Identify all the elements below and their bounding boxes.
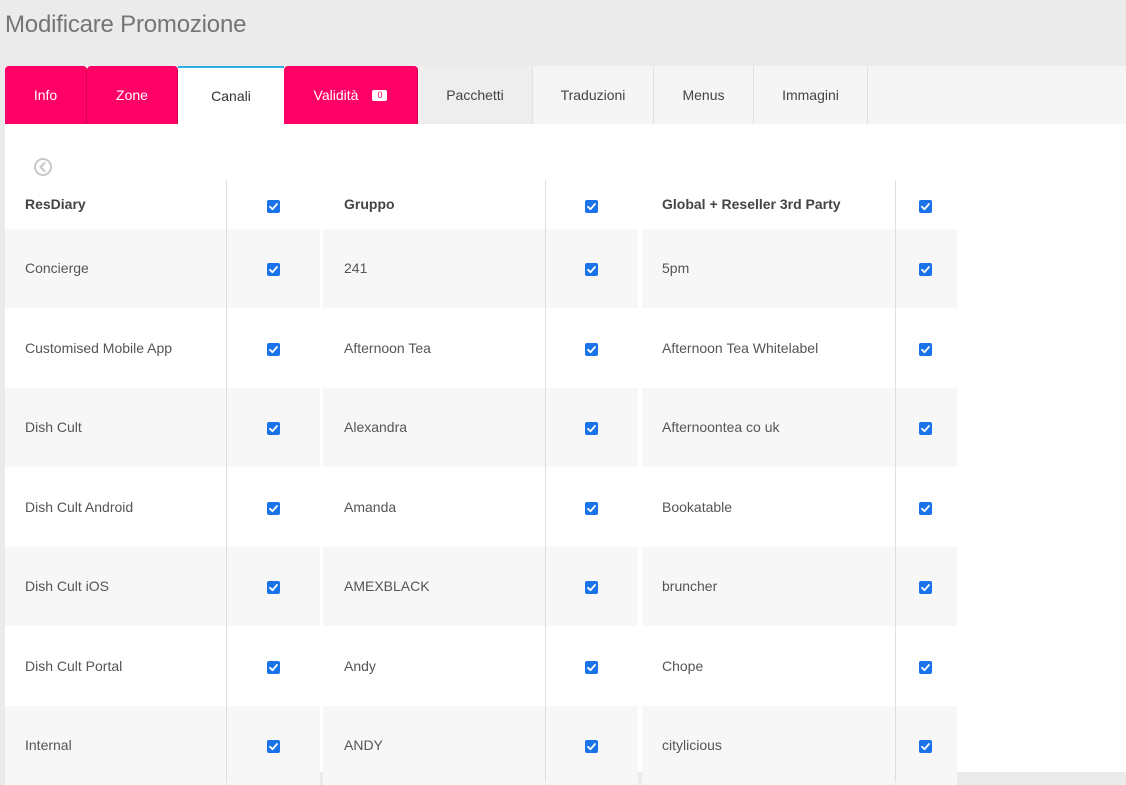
check-icon — [269, 203, 278, 211]
channel-checkbox[interactable] — [267, 740, 280, 753]
channel-name: ANDY — [344, 737, 383, 753]
tab-bar: Info Zone Canali Validità 0 Pacchetti Tra… — [5, 66, 1126, 124]
check-icon — [921, 345, 930, 353]
channel-name: Afternoon Tea — [344, 339, 431, 356]
channel-checkbox[interactable] — [919, 740, 932, 753]
tab-menus-label: Menus — [682, 87, 725, 103]
tab-zone-label: Zone — [116, 87, 148, 103]
select-all-checkbox[interactable] — [919, 200, 932, 213]
channel-name: Dish Cult — [25, 419, 82, 435]
check-icon — [921, 584, 930, 592]
column-header: Global + Reseller 3rd Party — [662, 196, 841, 212]
channel-name: Bookatable — [662, 498, 733, 515]
channel-name: 5pm — [662, 260, 690, 276]
channel-checkbox[interactable] — [267, 660, 280, 674]
validita-count-badge: 0 — [372, 89, 388, 101]
channel-checkbox[interactable] — [267, 501, 280, 515]
channel-checkbox[interactable] — [267, 422, 280, 435]
channel-checkbox[interactable] — [919, 501, 932, 515]
channel-name: Dish Cult Portal — [25, 657, 123, 674]
check-icon — [269, 663, 278, 671]
channel-name: Afternoontea co uk — [662, 419, 780, 435]
channel-name: citylicious — [662, 737, 722, 753]
tab-immagini-label: Immagini — [782, 87, 839, 103]
check-icon — [269, 425, 278, 433]
check-icon — [269, 584, 278, 592]
column-header: ResDiary — [25, 196, 86, 212]
channel-name: Customised Mobile App — [25, 339, 173, 356]
channel-checkbox[interactable] — [267, 263, 280, 276]
check-icon — [587, 425, 596, 433]
channel-checkbox[interactable] — [267, 342, 280, 356]
tab-menus[interactable]: Menus — [654, 66, 754, 124]
channel-name: 241 — [344, 260, 368, 276]
channel-checkbox[interactable] — [585, 501, 598, 515]
channel-checkbox[interactable] — [919, 263, 932, 276]
tab-immagini[interactable]: Immagini — [754, 66, 868, 124]
check-icon — [921, 663, 930, 671]
channel-name: Alexandra — [344, 419, 408, 435]
tab-zone[interactable]: Zone — [87, 66, 178, 124]
tab-traduzioni-label: Traduzioni — [560, 87, 626, 103]
check-icon — [921, 203, 930, 211]
channel-checkbox[interactable] — [585, 263, 598, 276]
channel-checkbox[interactable] — [585, 581, 598, 594]
check-icon — [587, 504, 596, 512]
channel-name: Andy — [344, 657, 376, 674]
check-icon — [921, 266, 930, 274]
channel-checkbox[interactable] — [919, 581, 932, 594]
tab-validita[interactable]: Validità 0 — [284, 66, 418, 124]
select-all-checkbox[interactable] — [585, 200, 598, 213]
check-icon — [921, 743, 930, 751]
check-icon — [587, 203, 596, 211]
chevron-left-circle-icon[interactable] — [33, 157, 53, 177]
channel-name: Internal — [25, 737, 72, 753]
column-header: Gruppo — [344, 196, 395, 212]
check-icon — [587, 584, 596, 592]
tab-pacchetti-label: Pacchetti — [446, 87, 504, 103]
channel-checkbox[interactable] — [585, 740, 598, 753]
check-icon — [587, 663, 596, 671]
tab-canali[interactable]: Canali — [178, 66, 284, 124]
tab-info[interactable]: Info — [5, 66, 87, 124]
check-icon — [587, 743, 596, 751]
check-icon — [587, 266, 596, 274]
channel-name: Afternoon Tea Whitelabel — [662, 339, 819, 356]
select-all-checkbox[interactable] — [267, 200, 280, 213]
channel-checkbox[interactable] — [267, 581, 280, 594]
check-icon — [269, 345, 278, 353]
channel-name: Amanda — [344, 498, 397, 515]
tab-pacchetti[interactable]: Pacchetti — [418, 66, 533, 124]
channel-checkbox[interactable] — [919, 660, 932, 674]
channel-name: bruncher — [662, 578, 718, 594]
check-icon — [921, 425, 930, 433]
channel-checkbox[interactable] — [919, 342, 932, 356]
channel-name: Dish Cult Android — [25, 498, 134, 515]
check-icon — [269, 743, 278, 751]
channel-checkbox[interactable] — [585, 660, 598, 674]
page-title: Modificare Promozione — [5, 11, 247, 38]
tab-traduzioni[interactable]: Traduzioni — [533, 66, 654, 124]
tab-info-label: Info — [33, 87, 58, 103]
channel-name: Dish Cult iOS — [25, 578, 110, 594]
tab-canali-label: Canali — [211, 88, 251, 104]
channel-name: Concierge — [25, 260, 89, 276]
channel-checkbox[interactable] — [585, 422, 598, 435]
channel-name: Chope — [662, 657, 704, 674]
check-icon — [921, 504, 930, 512]
tab-validita-label: Validità — [313, 87, 359, 103]
channel-checkbox[interactable] — [585, 342, 598, 356]
check-icon — [269, 504, 278, 512]
channel-name: AMEXBLACK — [344, 578, 430, 594]
check-icon — [587, 345, 596, 353]
channels-panel: ResDiary Gruppo Global + Reseller 3rd Part… — [5, 124, 1126, 785]
channel-checkbox[interactable] — [919, 422, 932, 435]
check-icon — [269, 266, 278, 274]
